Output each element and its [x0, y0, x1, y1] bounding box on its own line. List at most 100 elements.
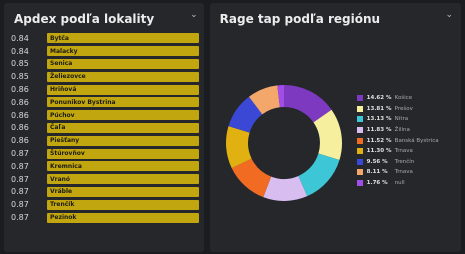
legend-swatch [356, 105, 363, 112]
bar-value: 0.86 [11, 136, 29, 146]
bar[interactable]: Trenčík [47, 199, 199, 210]
legend-item[interactable]: 8.11 % Trnava [356, 167, 439, 178]
bar-label: Ponunikov Bystrina [50, 98, 116, 106]
legend-item[interactable]: 14.62 % Košice [356, 93, 439, 104]
legend-percent: 11.30 % [366, 148, 392, 155]
bar-label: Štúrovňov [50, 150, 85, 158]
bar-value: 0.87 [11, 161, 29, 171]
bar-list: 0.84 Bytča 0.84 Malacky 0.85 Senica 0.85 Želiez… [9, 32, 199, 224]
bar-row[interactable]: 0.86 Púchov [9, 109, 199, 122]
legend-label: Banská Bystrica [394, 137, 439, 144]
bar-row[interactable]: 0.87 Vráble [9, 186, 199, 199]
bar-row[interactable]: 0.87 Trenčík [9, 198, 199, 211]
legend-item[interactable]: 11.83 % Žilina [356, 125, 439, 136]
bar-value: 0.87 [11, 149, 29, 159]
bar-value: 0.87 [11, 187, 29, 197]
bar-value: 0.86 [11, 97, 29, 107]
bar[interactable]: Hriňová [47, 84, 199, 95]
bar-row[interactable]: 0.87 Pezinok [9, 211, 199, 224]
bar-label: Púchov [50, 111, 75, 119]
legend-percent: 11.83 % [366, 127, 392, 134]
bar-label: Piešťany [50, 137, 80, 145]
panel-title: Apdex podľa lokality [14, 12, 155, 26]
bar[interactable]: Štúrovňov [47, 148, 199, 159]
bar-value: 0.85 [11, 59, 29, 69]
bar[interactable]: Vranó [47, 174, 199, 185]
bar[interactable]: Púchov [47, 110, 199, 121]
legend-item[interactable]: 1.76 % null [356, 178, 439, 189]
bar[interactable]: Kremnica [47, 161, 199, 172]
rage-tap-panel: Rage tap podľa regiónu ⌄ 14.62 % Košice 13… [209, 3, 461, 252]
bar[interactable]: Želiezovce [47, 71, 199, 82]
bar[interactable]: Bytča [47, 33, 199, 44]
donut-chart [224, 83, 344, 203]
legend-swatch [356, 158, 363, 165]
bar-value: 0.86 [11, 123, 29, 133]
bar[interactable]: Čaľa [47, 122, 199, 133]
legend-label: Prešov [394, 105, 413, 112]
legend-swatch [356, 180, 363, 187]
bar-row[interactable]: 0.87 Vranó [9, 173, 199, 186]
bar-row[interactable]: 0.85 Senica [9, 58, 199, 71]
bar-label: Čaľa [50, 124, 66, 132]
legend-percent: 13.81 % [366, 105, 392, 112]
bar-row[interactable]: 0.84 Bytča [9, 32, 199, 45]
chevron-down-icon[interactable]: ⌄ [190, 10, 198, 20]
legend-swatch [356, 95, 363, 102]
bar-value: 0.85 [11, 72, 29, 82]
legend-item[interactable]: 11.52 % Banská Bystrica [356, 135, 439, 146]
legend-percent: 9.56 % [366, 158, 388, 165]
bar-label: Želiezovce [50, 73, 86, 81]
bar-row[interactable]: 0.87 Štúrovňov [9, 147, 199, 160]
bar[interactable]: Malacky [47, 46, 199, 57]
bar-row[interactable]: 0.85 Želiezovce [9, 70, 199, 83]
bar[interactable]: Pezinok [47, 212, 199, 223]
bar[interactable]: Piešťany [47, 135, 199, 146]
bar-row[interactable]: 0.87 Kremnica [9, 160, 199, 173]
bar-value: 0.87 [11, 200, 29, 210]
bar-row[interactable]: 0.86 Hriňová [9, 83, 199, 96]
legend-percent: 13.13 % [366, 116, 392, 123]
legend-label: Žilina [394, 127, 410, 134]
legend-percent: 11.52 % [366, 137, 392, 144]
bar-row[interactable]: 0.84 Malacky [9, 45, 199, 58]
legend-item[interactable]: 9.56 % Trenčín [356, 157, 439, 168]
legend-percent: 1.76 % [366, 180, 388, 187]
legend-percent: 14.62 % [366, 95, 392, 102]
bar-row[interactable]: 0.86 Ponunikov Bystrina [9, 96, 199, 109]
legend-label: Košice [394, 95, 413, 102]
legend-label: null [394, 180, 405, 187]
bar[interactable]: Vráble [47, 186, 199, 197]
bar-value: 0.84 [11, 33, 29, 43]
bar-value: 0.86 [11, 85, 29, 95]
legend-swatch [356, 148, 363, 155]
legend-swatch [356, 169, 363, 176]
legend-item[interactable]: 13.13 % Nitra [356, 114, 439, 125]
legend-swatch [356, 116, 363, 123]
bar-label: Vráble [50, 188, 73, 196]
legend-label: Nitra [394, 116, 409, 123]
donut-svg [225, 85, 342, 201]
legend-label: Trnava [394, 169, 413, 176]
bar-value: 0.87 [11, 174, 29, 184]
legend-label: Trenčín [394, 158, 415, 165]
legend-percent: 8.11 % [366, 169, 388, 176]
bar-label: Kremnica [50, 162, 82, 170]
legend-item[interactable]: 11.30 % Trnava [356, 146, 439, 157]
dashboard: Apdex podľa lokality ⌄ 0.84 Bytča 0.84 Mala… [0, 0, 465, 254]
bar-value: 0.84 [11, 46, 29, 56]
donut-slice-2[interactable] [298, 153, 340, 197]
legend-label: Trnava [394, 148, 413, 155]
chevron-down-icon[interactable]: ⌄ [445, 10, 453, 20]
bar-label: Malacky [50, 47, 78, 55]
bar-row[interactable]: 0.86 Čaľa [9, 122, 199, 135]
legend-item[interactable]: 13.81 % Prešov [356, 104, 439, 115]
legend-swatch [356, 127, 363, 134]
chart-legend: 14.62 % Košice 13.81 % Prešov 13.13 % Nitra 11… [356, 93, 439, 189]
bar-label: Pezinok [50, 214, 77, 222]
bar-label: Hriňová [50, 86, 77, 94]
bar-row[interactable]: 0.86 Piešťany [9, 134, 199, 147]
bar[interactable]: Ponunikov Bystrina [47, 97, 199, 108]
bar[interactable]: Senica [47, 58, 199, 69]
bar-value: 0.87 [11, 213, 29, 223]
